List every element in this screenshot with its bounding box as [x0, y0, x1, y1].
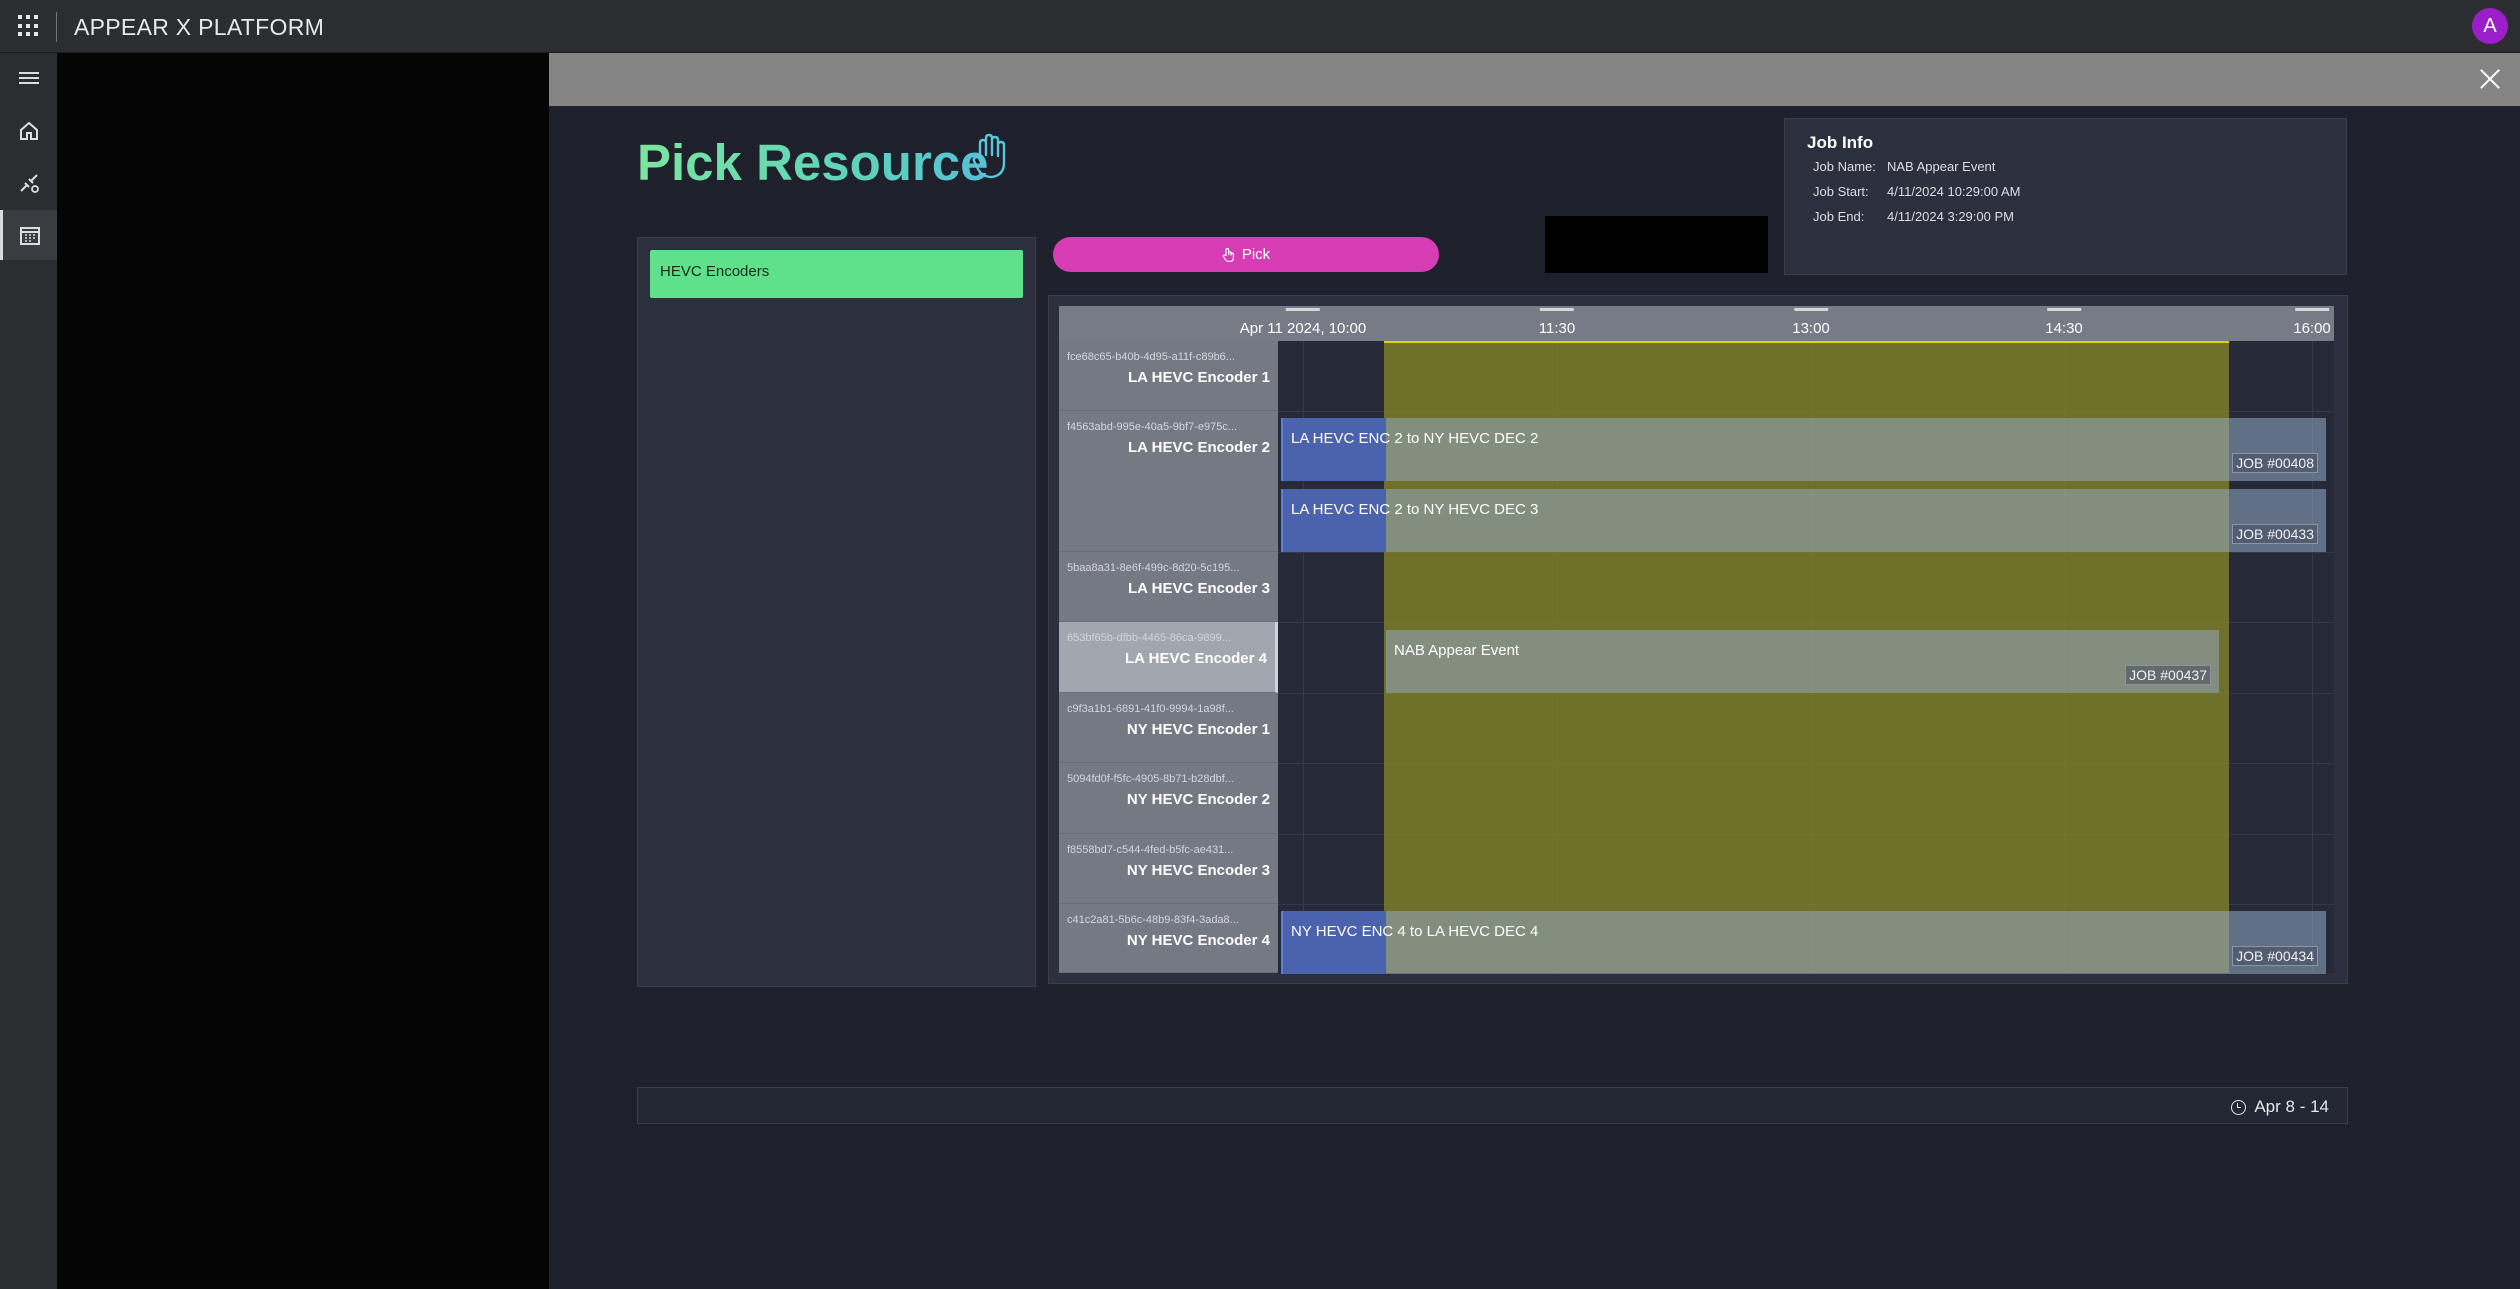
booking-bar[interactable]: LA HEVC ENC 2 to NY HEVC DEC 3 JOB #0043…: [1281, 489, 2326, 552]
resource-name: LA HEVC Encoder 4: [1125, 650, 1267, 667]
resource-name: LA HEVC Encoder 1: [1128, 369, 1270, 386]
pick-resource-modal: Pick Resource Job Info Job Name: NAB Appe…: [549, 53, 2520, 1289]
booking-label: NY HEVC ENC 4 to LA HEVC DEC 4: [1291, 923, 1539, 940]
job-badge: JOB #00434: [2232, 946, 2318, 966]
background-page-ghost: [57, 53, 549, 1289]
hand-icon: [972, 133, 1006, 179]
pick-button[interactable]: Pick: [1053, 237, 1439, 272]
job-info-heading: Job Info: [1807, 133, 1874, 152]
pick-button-label: Pick: [1241, 246, 1271, 263]
job-info-row: Job End: 4/11/2024 3:29:00 PM: [1813, 209, 2014, 224]
pointer-hand-icon: [1222, 247, 1234, 262]
resource-list: HEVC Encoders: [637, 237, 1036, 987]
job-info-row: Job Start: 4/11/2024 10:29:00 AM: [1813, 184, 2020, 199]
timeline-footer: Apr 8 - 14: [637, 1087, 2348, 1124]
close-icon[interactable]: [2474, 63, 2506, 95]
resource-name: LA HEVC Encoder 2: [1128, 439, 1270, 456]
resource-id: c41c2a81-5b6c-48b9-83f4-3ada8...: [1067, 914, 1239, 926]
job-info-value: 4/11/2024 3:29:00 PM: [1887, 209, 2014, 224]
resource-name: NY HEVC Encoder 4: [1126, 932, 1270, 949]
resource-row-header[interactable]: f4563abd-995e-40a5-9bf7-e975c... LA HEVC…: [1059, 411, 1278, 552]
connections-icon[interactable]: [0, 158, 57, 208]
job-info-key: Job End:: [1813, 209, 1865, 224]
resource-row-header[interactable]: fce68c65-b40b-4d95-a11f-c89b6... LA HEVC…: [1059, 341, 1278, 411]
user-avatar[interactable]: A: [2472, 8, 2508, 44]
time-tick: 11:30: [1538, 308, 1576, 337]
resource-timeline: Apr 11 2024, 10:00 11:30 13:00 14:30 16:…: [1048, 295, 2348, 984]
job-badge: JOB #00433: [2232, 524, 2318, 544]
booking-bar-selected-job[interactable]: NAB Appear Event JOB #00437: [1386, 630, 2219, 693]
menu-icon[interactable]: [0, 53, 57, 103]
calendar-icon[interactable]: [0, 210, 57, 260]
booking-label: LA HEVC ENC 2 to NY HEVC DEC 3: [1291, 501, 1539, 518]
resource-id: fce68c65-b40b-4d95-a11f-c89b6...: [1067, 351, 1235, 363]
booking-label: NAB Appear Event: [1394, 642, 1520, 659]
resource-name: NY HEVC Encoder 1: [1126, 721, 1270, 738]
timeline-grid[interactable]: LA HEVC ENC 2 to NY HEVC DEC 2 JOB #0040…: [1278, 341, 2334, 974]
resource-id: c9f3a1b1-6891-41f0-9994-1a98f...: [1067, 703, 1234, 715]
resource-row-header[interactable]: 5094fd0f-f5fc-4905-8b71-b28dbf... NY HEV…: [1059, 763, 1278, 834]
resource-name: NY HEVC Encoder 2: [1126, 791, 1270, 808]
resource-id: f4563abd-995e-40a5-9bf7-e975c...: [1067, 421, 1238, 433]
booking-bar[interactable]: NY HEVC ENC 4 to LA HEVC DEC 4 JOB #0043…: [1281, 911, 2326, 974]
job-info-row: Job Name: NAB Appear Event: [1813, 159, 1995, 174]
job-info-key: Job Name:: [1813, 159, 1876, 174]
booking-bar[interactable]: LA HEVC ENC 2 to NY HEVC DEC 2 JOB #0040…: [1281, 418, 2326, 481]
job-badge: JOB #00437: [2125, 665, 2211, 685]
resource-row-header[interactable]: 5baa8a31-8e6f-499c-8d20-5c195... LA HEVC…: [1059, 552, 1278, 622]
resource-name: LA HEVC Encoder 3: [1128, 580, 1270, 597]
time-tick: Apr 11 2024, 10:00: [1239, 308, 1367, 337]
left-nav: [0, 53, 57, 1289]
resource-id: f8558bd7-c544-4fed-b5fc-ae431...: [1067, 844, 1234, 856]
date-range-selector[interactable]: Apr 8 - 14: [2231, 1097, 2329, 1117]
modal-header: [549, 53, 2520, 106]
time-tick: 14:30: [2045, 308, 2083, 337]
resource-id: 5baa8a31-8e6f-499c-8d20-5c195...: [1067, 562, 1240, 574]
booking-label: LA HEVC ENC 2 to NY HEVC DEC 2: [1291, 430, 1539, 447]
divider: [56, 12, 57, 42]
job-badge: JOB #00408: [2232, 453, 2318, 473]
home-icon[interactable]: [0, 106, 57, 156]
time-tick: 13:00: [1792, 308, 1830, 337]
dimmed-background: [57, 53, 549, 1289]
top-bar: APPEAR X PLATFORM A: [0, 0, 2520, 53]
job-info-panel: Job Info Job Name: NAB Appear Event Job S…: [1784, 118, 2347, 275]
resource-item-hevc-encoders[interactable]: HEVC Encoders: [650, 250, 1023, 298]
time-tick: 16:00: [2293, 308, 2331, 337]
resource-row-header-selected[interactable]: 653bf65b-dfbb-4465-86ca-9899... LA HEVC …: [1059, 622, 1278, 693]
resource-id: 5094fd0f-f5fc-4905-8b71-b28dbf...: [1067, 773, 1234, 785]
resource-name: NY HEVC Encoder 3: [1126, 862, 1270, 879]
resource-row-header[interactable]: c41c2a81-5b6c-48b9-83f4-3ada8... NY HEVC…: [1059, 904, 1278, 973]
resource-id: 653bf65b-dfbb-4465-86ca-9899...: [1067, 632, 1231, 644]
resource-row-header[interactable]: c9f3a1b1-6891-41f0-9994-1a98f... NY HEVC…: [1059, 693, 1278, 763]
date-range-label: Apr 8 - 14: [2254, 1097, 2329, 1116]
redacted-area: [1545, 216, 1768, 273]
app-launcher-icon[interactable]: [18, 15, 40, 37]
modal-title: Pick Resource: [637, 134, 989, 191]
app-title: APPEAR X PLATFORM: [74, 14, 325, 40]
clock-icon: [2231, 1099, 2247, 1115]
resource-row-header[interactable]: f8558bd7-c544-4fed-b5fc-ae431... NY HEVC…: [1059, 834, 1278, 904]
timeline-header: Apr 11 2024, 10:00 11:30 13:00 14:30 16:…: [1059, 306, 2334, 341]
job-info-value: NAB Appear Event: [1887, 159, 1996, 174]
job-info-value: 4/11/2024 10:29:00 AM: [1887, 184, 2021, 199]
job-info-key: Job Start:: [1813, 184, 1869, 199]
